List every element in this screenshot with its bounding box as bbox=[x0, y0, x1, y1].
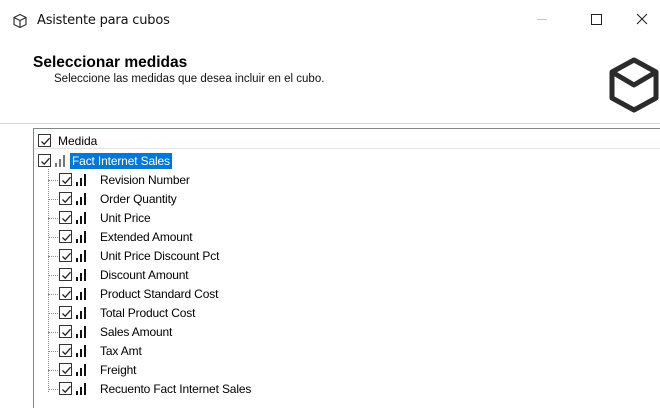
check-icon bbox=[62, 290, 71, 299]
check-icon bbox=[62, 233, 71, 242]
tree-connector-horizontal bbox=[48, 370, 58, 371]
tree-connector-horizontal bbox=[48, 294, 58, 295]
measure-checkbox[interactable] bbox=[59, 173, 72, 186]
tree-connector-horizontal bbox=[48, 199, 58, 200]
tree-column-header: Medida bbox=[34, 129, 660, 149]
page-subtitle: Seleccione las medidas que desea incluir… bbox=[54, 73, 325, 85]
tree-root-row[interactable]: Fact Internet Sales bbox=[34, 151, 634, 170]
tree-item-row[interactable]: Total Product Cost bbox=[34, 303, 634, 322]
measure-checkbox[interactable] bbox=[59, 230, 72, 243]
tree-item-row[interactable]: Discount Amount bbox=[34, 265, 634, 284]
check-icon bbox=[62, 328, 71, 337]
column-header-label: Medida bbox=[58, 134, 98, 148]
measure-icon bbox=[76, 326, 87, 338]
tree-item-row[interactable]: Tax Amt bbox=[34, 341, 634, 360]
header-separator bbox=[0, 123, 660, 124]
tree-connector-horizontal bbox=[48, 389, 58, 390]
measure-icon bbox=[76, 307, 87, 319]
tree-item-row[interactable]: Order Quantity bbox=[34, 189, 634, 208]
check-icon bbox=[62, 347, 71, 356]
minimize-button[interactable] bbox=[519, 0, 565, 38]
check-icon bbox=[62, 214, 71, 223]
measure-checkbox[interactable] bbox=[59, 325, 72, 338]
tree-item-row[interactable]: Unit Price bbox=[34, 208, 634, 227]
measure-label: Unit Price Discount Pct bbox=[100, 249, 220, 263]
measure-icon bbox=[76, 193, 87, 205]
measure-icon bbox=[76, 231, 87, 243]
tree-item-row[interactable]: Revision Number bbox=[34, 170, 634, 189]
check-icon bbox=[62, 252, 71, 261]
tree-connector-horizontal bbox=[48, 332, 58, 333]
measure-icon bbox=[76, 174, 87, 186]
measure-label: Tax Amt bbox=[100, 344, 142, 358]
close-button[interactable] bbox=[619, 0, 660, 38]
measure-icon bbox=[76, 364, 87, 376]
tree-connector-horizontal bbox=[48, 275, 58, 276]
measure-checkbox[interactable] bbox=[59, 344, 72, 357]
measure-label: Product Standard Cost bbox=[100, 287, 219, 301]
tree-item-row[interactable]: Freight bbox=[34, 360, 634, 379]
tree-item-row[interactable]: Unit Price Discount Pct bbox=[34, 246, 634, 265]
measure-label: Recuento Fact Internet Sales bbox=[100, 382, 252, 396]
tree-item-row[interactable]: Sales Amount bbox=[34, 322, 634, 341]
measure-checkbox[interactable] bbox=[59, 249, 72, 262]
tree-item-row[interactable]: Product Standard Cost bbox=[34, 284, 634, 303]
check-icon bbox=[62, 195, 71, 204]
measure-checkbox[interactable] bbox=[59, 211, 72, 224]
measure-checkbox[interactable] bbox=[59, 363, 72, 376]
tree-connector-horizontal bbox=[48, 237, 58, 238]
measure-label: Unit Price bbox=[100, 211, 151, 225]
root-checkbox[interactable] bbox=[38, 154, 51, 167]
tree-item-row[interactable]: Recuento Fact Internet Sales bbox=[34, 379, 634, 398]
check-icon bbox=[62, 385, 71, 394]
tree-connector-horizontal bbox=[48, 180, 58, 181]
measure-checkbox[interactable] bbox=[59, 287, 72, 300]
measure-checkbox[interactable] bbox=[59, 382, 72, 395]
cube-app-icon bbox=[13, 13, 27, 29]
tree-item-row[interactable]: Extended Amount bbox=[34, 227, 634, 246]
check-icon bbox=[62, 309, 71, 318]
measure-checkbox[interactable] bbox=[59, 268, 72, 281]
measure-icon bbox=[76, 212, 87, 224]
close-icon bbox=[636, 13, 648, 25]
check-icon bbox=[62, 271, 71, 280]
measure-label: Freight bbox=[100, 363, 137, 377]
window-title: Asistente para cubos bbox=[37, 13, 170, 28]
measure-label: Discount Amount bbox=[100, 268, 189, 282]
measure-checkbox[interactable] bbox=[59, 192, 72, 205]
page-title: Seleccionar medidas bbox=[33, 54, 188, 71]
tree-connector-horizontal bbox=[48, 313, 58, 314]
maximize-icon bbox=[590, 13, 602, 25]
measure-label: Total Product Cost bbox=[100, 306, 196, 320]
measure-icon bbox=[76, 345, 87, 357]
measure-icon bbox=[76, 269, 87, 281]
measure-label: Sales Amount bbox=[100, 325, 173, 339]
title-bar[interactable]: Asistente para cubos bbox=[0, 0, 660, 40]
measure-icon bbox=[76, 288, 87, 300]
measure-icon bbox=[76, 250, 87, 262]
tree-connector-horizontal bbox=[48, 256, 58, 257]
measure-label: Revision Number bbox=[100, 173, 190, 187]
measure-checkbox[interactable] bbox=[59, 306, 72, 319]
measure-label: Order Quantity bbox=[100, 192, 177, 206]
maximize-button[interactable] bbox=[573, 0, 619, 38]
wizard-header: Seleccionar medidas Seleccione las medid… bbox=[0, 40, 660, 122]
measure-group-icon bbox=[55, 155, 66, 167]
tree-connector-horizontal bbox=[48, 218, 58, 219]
check-icon bbox=[62, 176, 71, 185]
check-icon bbox=[41, 157, 50, 166]
root-label: Fact Internet Sales bbox=[70, 153, 172, 169]
cube-logo-icon bbox=[609, 57, 659, 113]
check-icon bbox=[62, 366, 71, 375]
select-all-checkbox[interactable] bbox=[38, 134, 51, 147]
check-icon bbox=[41, 137, 50, 146]
minimize-icon bbox=[537, 18, 547, 20]
tree-connector-horizontal bbox=[48, 351, 58, 352]
measure-label: Extended Amount bbox=[100, 230, 193, 244]
measures-tree[interactable]: Medida Fact Internet Sales Revision Numb… bbox=[33, 128, 660, 408]
measure-icon bbox=[76, 383, 87, 395]
